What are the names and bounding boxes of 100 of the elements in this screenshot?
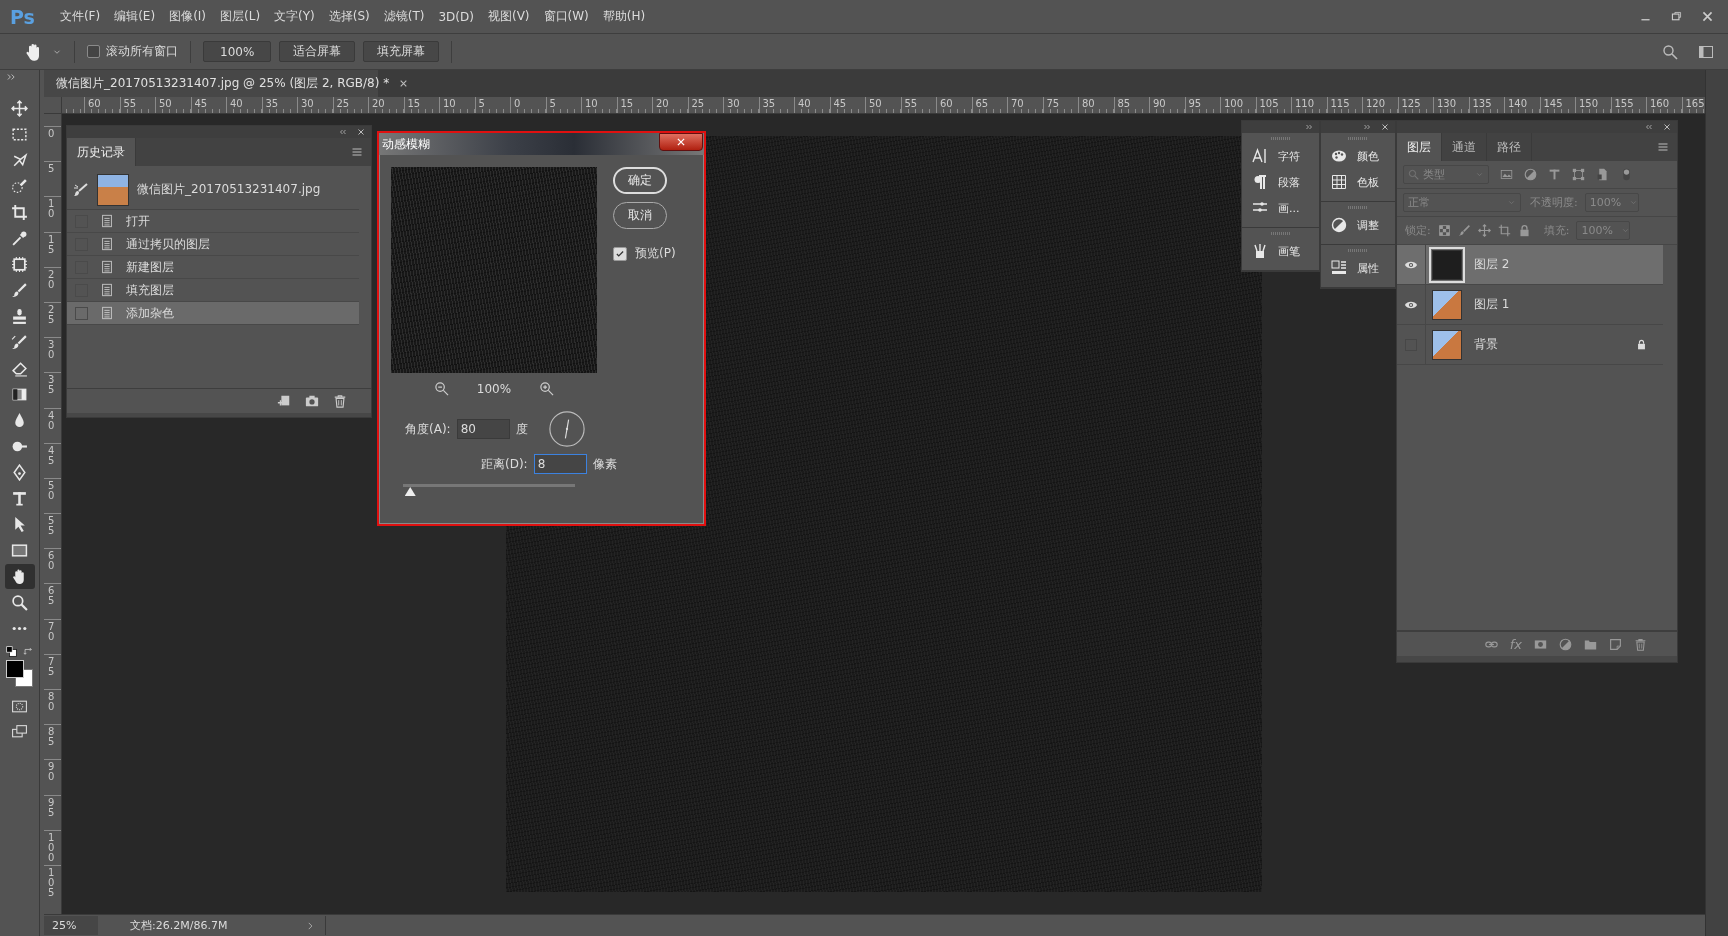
trash-icon[interactable] [333, 394, 347, 408]
menu-item[interactable]: 图层(L) [213, 8, 268, 25]
panel-tab[interactable]: 历史记录 [67, 138, 136, 166]
panel-button[interactable]: 字符 [1242, 143, 1319, 169]
close-icon[interactable] [1701, 10, 1714, 23]
zoom-button[interactable]: 100% [203, 41, 272, 62]
ruler-label: 55 [900, 97, 936, 113]
ruler-label: 30 [297, 97, 333, 113]
ruler-label: 30 [48, 340, 55, 361]
color-swatches[interactable] [5, 660, 34, 688]
distance-field[interactable]: 8 [533, 454, 587, 474]
menu-item[interactable]: 视图(V) [480, 8, 537, 25]
menu-item[interactable]: 3D(D) [431, 9, 481, 24]
default-colors-icon[interactable] [5, 646, 17, 657]
quick-select-icon [11, 178, 28, 195]
history-item[interactable]: 添加杂色 [67, 302, 359, 325]
close-icon[interactable] [399, 79, 409, 88]
character-icon [1252, 148, 1268, 164]
screen-mode-icon[interactable] [11, 723, 28, 740]
crop-icon[interactable] [1497, 224, 1511, 237]
menu-item[interactable]: 选择(S) [321, 8, 377, 25]
checkbox[interactable] [87, 45, 100, 58]
move-icon[interactable] [1477, 224, 1491, 237]
ruler-label: 0 [48, 129, 55, 139]
panel-tab[interactable]: 路径 [1487, 133, 1532, 161]
menu-item[interactable]: 窗口(W) [536, 8, 596, 25]
half-circle-icon[interactable] [1559, 637, 1572, 651]
zoom-button[interactable]: 填充屏幕 [363, 41, 440, 62]
camera-icon[interactable] [305, 394, 319, 408]
panel-button[interactable]: 画笔 [1242, 238, 1319, 264]
menu-icon[interactable] [351, 146, 363, 158]
panel-button[interactable]: 调整 [1321, 212, 1395, 238]
close-icon[interactable] [357, 128, 365, 136]
menu-item[interactable]: 编辑(E) [107, 8, 163, 25]
ruler-label: 45 [190, 97, 226, 113]
history-item[interactable]: 新建图层 [67, 256, 359, 279]
angle-dial[interactable] [547, 410, 586, 448]
zoom-in-icon[interactable] [539, 381, 555, 396]
history-brush-icon[interactable] [73, 181, 89, 198]
zoom-level[interactable]: 25% [44, 916, 98, 935]
field-label: 距离(D): [481, 455, 528, 473]
new-document-icon[interactable] [277, 394, 291, 408]
menu-item[interactable]: 滤镜(T) [376, 8, 432, 25]
panel-button[interactable]: 段落 [1242, 169, 1319, 195]
brush-icon[interactable] [1457, 224, 1471, 237]
half-circle-icon[interactable] [1524, 168, 1537, 181]
layer-row[interactable]: 背景 [1397, 325, 1663, 365]
restore-icon[interactable] [1670, 10, 1683, 23]
ruler-label: 35 [48, 375, 55, 396]
checker-icon[interactable] [1437, 224, 1451, 237]
checkbox[interactable] [613, 246, 627, 261]
cancel-button[interactable]: 取消 [613, 202, 667, 229]
angle-field[interactable]: 80 [456, 419, 510, 439]
menu-item[interactable]: 图像(I) [162, 8, 214, 25]
zoom-button[interactable]: 适合屏幕 [279, 41, 356, 62]
quick-mask-icon[interactable] [11, 698, 28, 715]
close-icon[interactable] [1663, 123, 1671, 131]
panel-button[interactable]: 色板 [1321, 169, 1395, 195]
panel-tab[interactable]: 图层 [1397, 133, 1442, 161]
menu-item[interactable]: 帮助(H) [595, 8, 653, 25]
expand-icon[interactable] [6, 72, 16, 82]
close-button[interactable] [659, 133, 703, 151]
mask-icon[interactable] [1534, 637, 1547, 651]
slider-thumb[interactable] [404, 487, 416, 496]
panel-tab[interactable]: 通道 [1442, 133, 1487, 161]
panel-button[interactable]: 颜色 [1321, 143, 1395, 169]
image-icon[interactable] [1500, 168, 1513, 181]
ok-button[interactable]: 确定 [613, 167, 667, 194]
trash-icon[interactable] [1634, 637, 1647, 651]
panel-button[interactable]: 属性 [1321, 255, 1395, 281]
transform-icon[interactable] [1572, 168, 1585, 181]
history-item[interactable]: 通过拷贝的图层 [67, 233, 359, 256]
layer-row[interactable]: 图层 1 [1397, 285, 1663, 325]
ruler-label: 95 [48, 797, 55, 818]
menu-item[interactable]: 文字(Y) [267, 8, 322, 25]
workspace-icon[interactable] [1698, 43, 1714, 60]
lock-icon[interactable] [1517, 224, 1531, 237]
menu-item[interactable]: 文件(F) [52, 8, 108, 25]
search-icon[interactable] [1662, 43, 1678, 60]
pen-icon [11, 464, 28, 481]
close-icon[interactable] [1381, 123, 1389, 131]
stamp-icon [11, 308, 28, 325]
toggle-icon[interactable] [1620, 168, 1633, 181]
close-icon [676, 137, 686, 147]
menu-icon[interactable] [1657, 141, 1669, 153]
zoom-out-icon[interactable] [433, 381, 449, 396]
document-icon[interactable] [1596, 168, 1609, 181]
swap-icon[interactable] [22, 646, 34, 657]
ruler-label: 20 [48, 269, 55, 290]
field-label: 角度(A): [405, 420, 451, 438]
ruler-label: 45 [829, 97, 865, 113]
layer-row[interactable]: 图层 2 [1397, 245, 1663, 285]
folder-icon[interactable] [1584, 637, 1597, 651]
type-icon[interactable] [1548, 168, 1561, 181]
new-layer-icon[interactable] [1609, 637, 1622, 651]
tool-button[interactable] [4, 564, 35, 589]
snapshot-name[interactable]: 微信图片_20170513231407.jpg [137, 181, 321, 198]
history-item[interactable]: 打开 [67, 210, 359, 233]
checkbox[interactable] [75, 306, 88, 320]
panel-button[interactable]: 画... [1242, 195, 1319, 221]
